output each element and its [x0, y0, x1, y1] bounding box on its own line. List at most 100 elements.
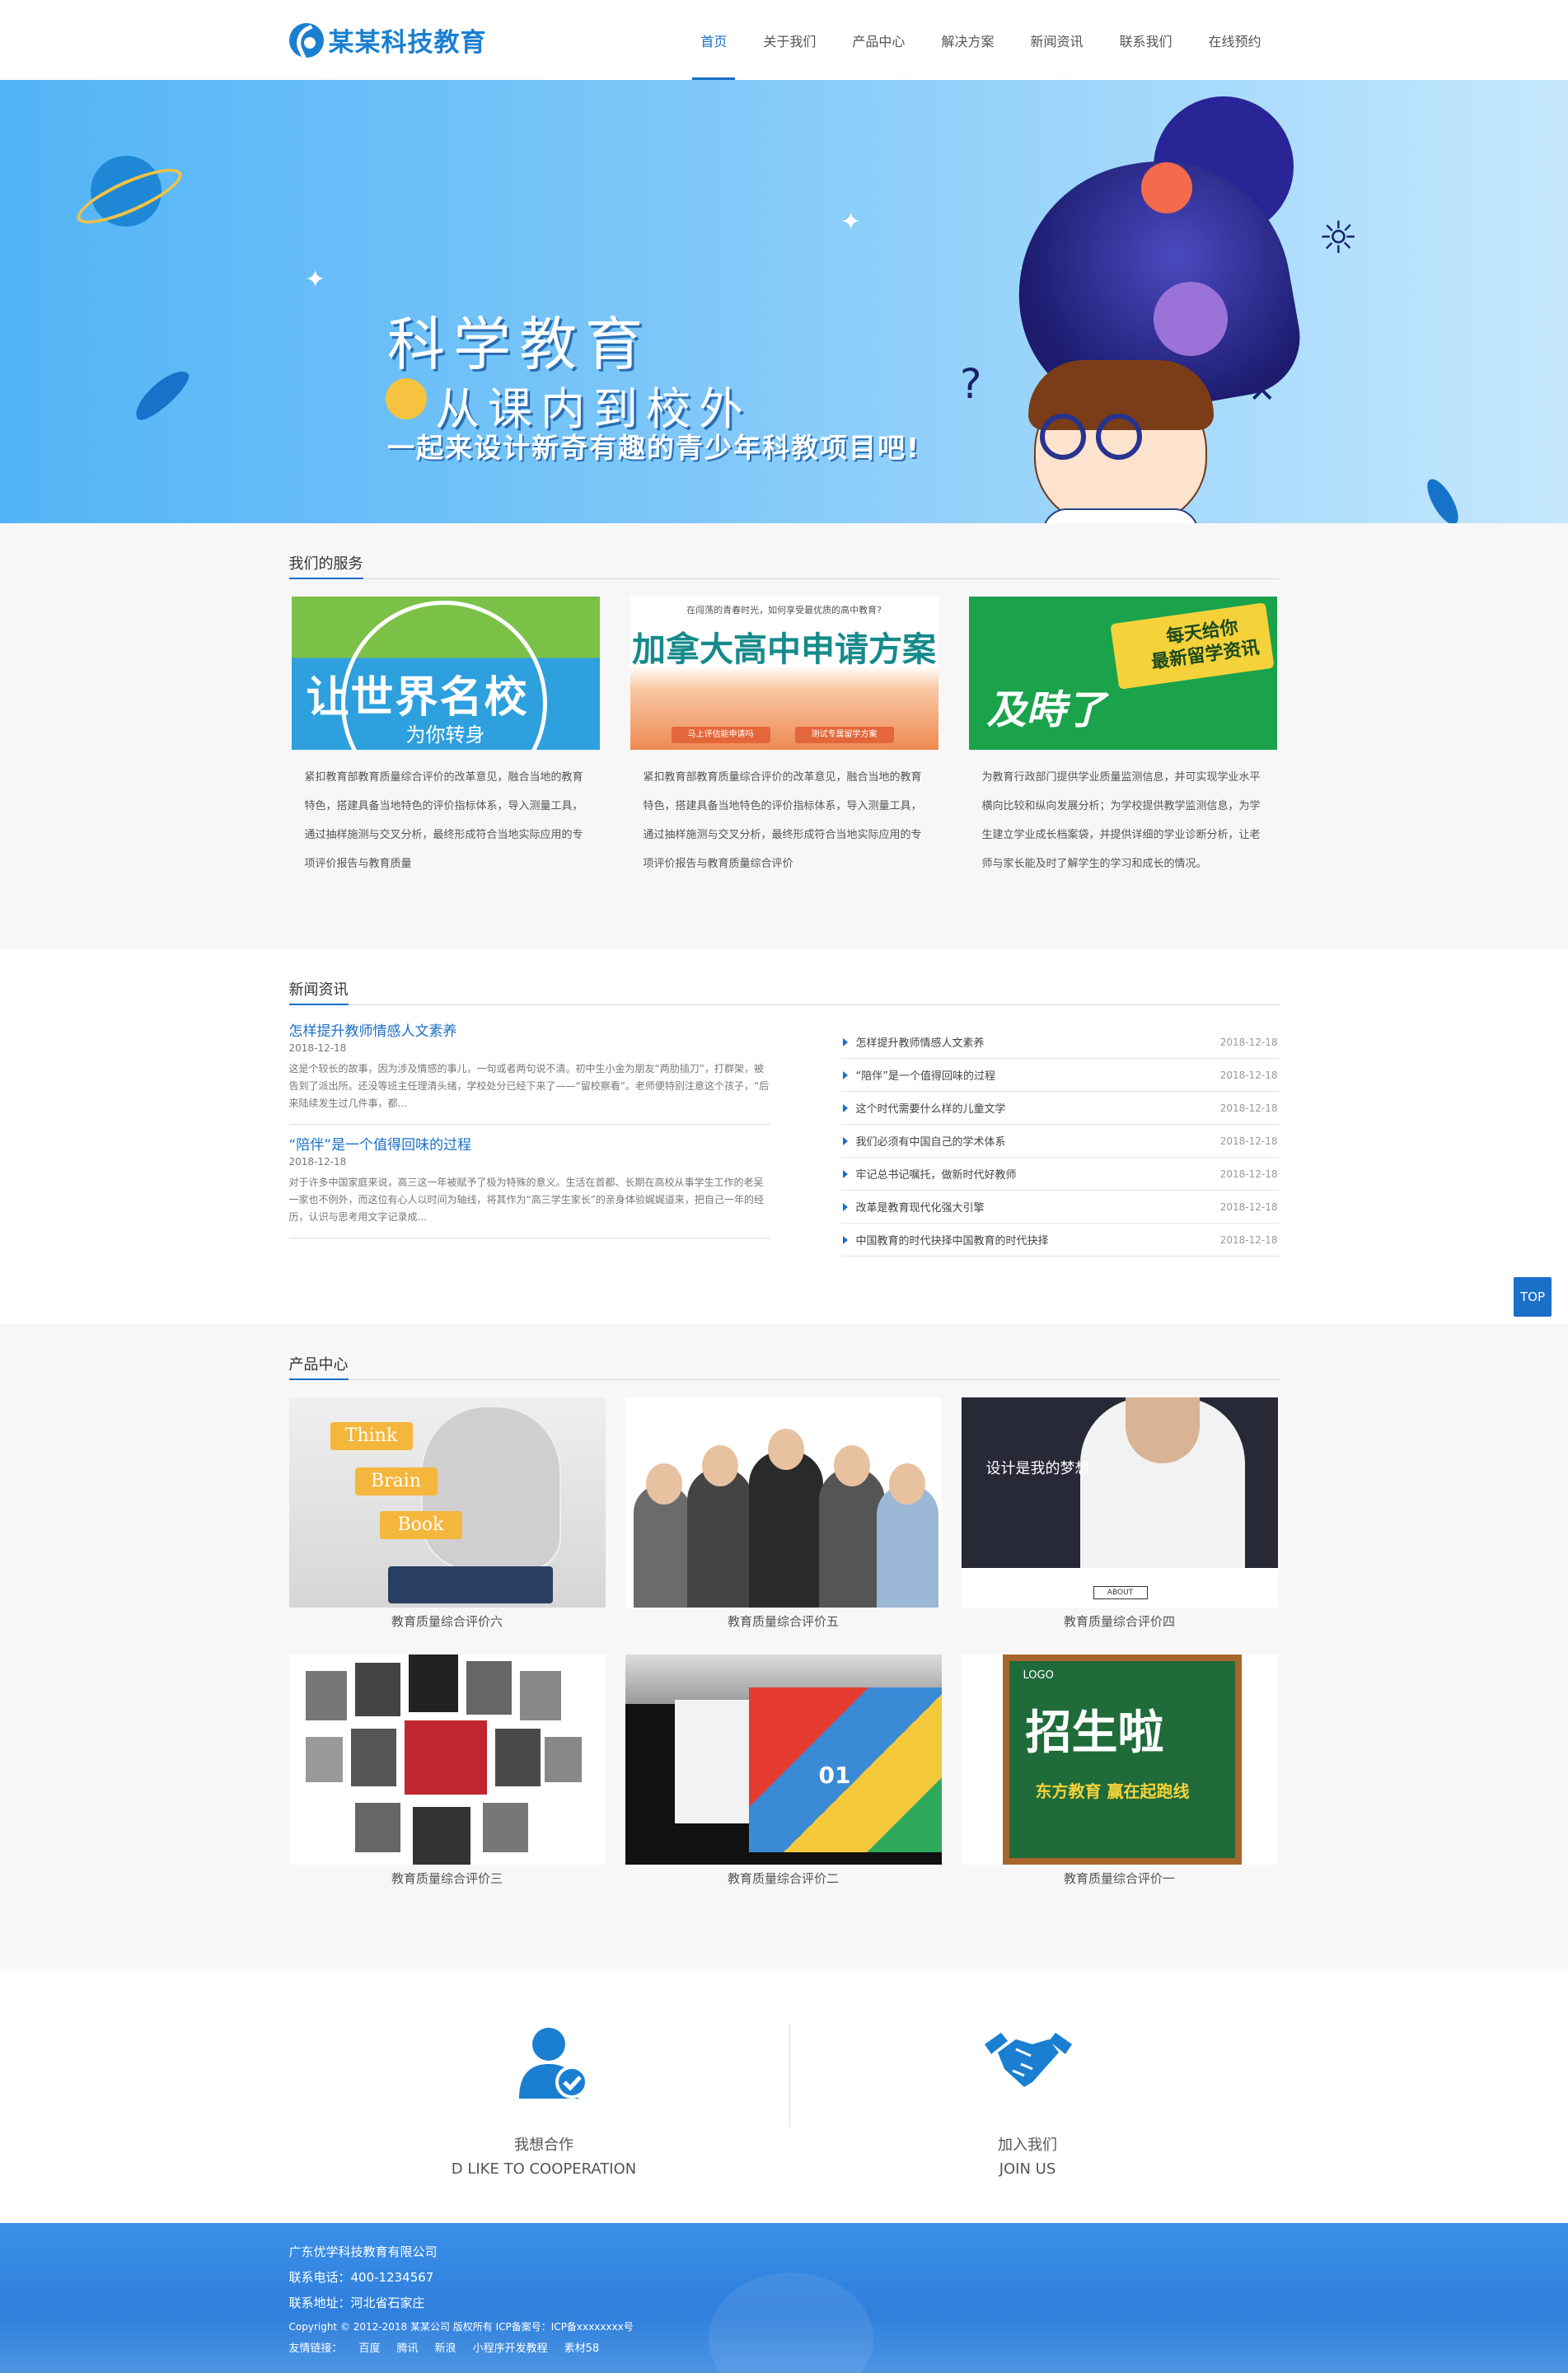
footer-link[interactable]: 新浪 — [435, 2338, 456, 2361]
planet-icon — [91, 156, 161, 227]
product-card[interactable]: 设计是我的梦想 ABOUT 教育质量综合评价四 — [961, 1397, 1278, 1636]
photo-tile — [354, 1803, 400, 1852]
news-list-item[interactable]: 改革是教育现代化强大引擎 2018-12-18 — [840, 1191, 1280, 1224]
photo-tile — [305, 1737, 343, 1782]
cooperate-label: 我想合作 — [514, 2137, 573, 2154]
products-section: 产品中心 Think Brain Book 教育质量综合评价六 教育质量综合评价… — [0, 1324, 1568, 1969]
nav-solutions[interactable]: 解决方案 — [923, 0, 1012, 80]
planet-icon — [1154, 282, 1228, 356]
footer-link[interactable]: 小程序开发教程 — [473, 2338, 548, 2361]
news-list: 怎样提升教师情感人文素养 2018-12-18 “陪伴”是一个值得回味的过程 201… — [840, 1023, 1280, 1257]
footer-link[interactable]: 百度 — [359, 2338, 381, 2361]
cooperate-link[interactable]: 我想合作 D LIKE TO COOPERATION — [379, 2023, 709, 2181]
illustration-girl-body — [1042, 508, 1199, 523]
nav-news[interactable]: 新闻资讯 — [1012, 0, 1101, 80]
nav-booking[interactable]: 在线预约 — [1190, 0, 1279, 80]
triangle-bullet-icon — [842, 1136, 848, 1145]
product-caption[interactable]: 教育质量综合评价三 — [289, 1865, 606, 1893]
product-image[interactable]: 01 — [625, 1655, 942, 1865]
photo-tile-highlight — [404, 1720, 487, 1795]
nav-contact[interactable]: 联系我们 — [1101, 0, 1190, 80]
service-image[interactable]: 每天给你 最新留学资讯 及時了 — [968, 597, 1277, 750]
news-list-item[interactable]: 怎样提升教师情感人文素养 2018-12-18 — [840, 1026, 1280, 1059]
product-image[interactable]: Think Brain Book — [288, 1397, 606, 1608]
photo-tile — [494, 1729, 541, 1786]
product-card[interactable]: 教育质量综合评价三 — [288, 1655, 606, 1893]
site-footer: 广东优学科技教育有限公司 联系电话：400-1234567 联系地址：河北省石家… — [0, 2223, 1568, 2373]
person-head — [645, 1463, 682, 1505]
news-headline-link[interactable]: “陪伴”是一个值得回味的过程 — [289, 1136, 770, 1154]
footer-link[interactable]: 腾讯 — [397, 2338, 419, 2361]
product-caption[interactable]: 教育质量综合评价六 — [289, 1608, 606, 1636]
join-us-label-en: JOIN US — [999, 2160, 1056, 2178]
logo[interactable]: 某某科技教育 — [288, 21, 503, 59]
triangle-bullet-icon — [842, 1037, 848, 1046]
footer-links: 友情链接： 百度 腾讯 新浪 小程序开发教程 素材58 — [289, 2338, 1280, 2361]
ball-icon — [386, 378, 427, 419]
nav-about[interactable]: 关于我们 — [745, 0, 834, 80]
footer-link[interactable]: 素材58 — [564, 2338, 600, 2361]
footer-links-label: 友情链接： — [288, 2343, 343, 2355]
logo-text: 某某科技教育 — [328, 28, 487, 58]
news-summary: 对于许多中国家庭来说，高三这一年被赋予了极为特殊的意义。生活在首都、长期在高校从… — [288, 1177, 764, 1223]
product-image[interactable]: 设计是我的梦想 ABOUT — [961, 1397, 1278, 1608]
services-title: 我们的服务 — [288, 550, 363, 579]
news-list-item[interactable]: 中国教育的时代抉择中国教育的时代抉择 2018-12-18 — [840, 1224, 1280, 1257]
nav-home[interactable]: 首页 — [682, 0, 745, 80]
product-image-title: 招生啦 — [1025, 1706, 1164, 1760]
product-caption[interactable]: 教育质量综合评价一 — [962, 1865, 1278, 1893]
news-list-date: 2018-12-18 — [1219, 1102, 1278, 1114]
photo-tile — [412, 1807, 470, 1865]
service-image-title: 及時了 — [986, 687, 1106, 733]
news-list-title: 改革是教育现代化强大引擎 — [855, 1202, 985, 1215]
news-list-date: 2018-12-18 — [1219, 1233, 1278, 1246]
service-card[interactable]: 让世界名校 为你转身 紧扣教育部教育质量综合评价的改革意见，融合当地的教育特色，… — [291, 597, 600, 878]
photo-tile — [544, 1737, 582, 1782]
product-image[interactable] — [625, 1397, 942, 1608]
product-caption[interactable]: 教育质量综合评价二 — [625, 1865, 942, 1893]
service-image[interactable]: 在闯荡的青春时光，如何享受最优质的高中教育? 加拿大高中申请方案 马上评估能申请… — [630, 597, 938, 750]
featured-news-item: “陪伴”是一个值得回味的过程 2018-12-18 对于许多中国家庭来说，高三这… — [288, 1136, 770, 1238]
sparkle-icon: ✦ — [305, 265, 326, 294]
service-image-button: 测试专属留学方案 — [794, 727, 894, 743]
product-image-text: 01 — [818, 1762, 851, 1789]
news-list-item[interactable]: 这个时代需要什么样的儿童文学 2018-12-18 — [840, 1092, 1280, 1125]
products-title: 产品中心 — [288, 1350, 349, 1380]
person-head — [833, 1445, 870, 1486]
news-list-item[interactable]: 牢记总书记嘱托，做新时代好教师 2018-12-18 — [840, 1158, 1280, 1191]
news-list-date: 2018-12-18 — [1219, 1135, 1278, 1147]
product-card[interactable]: 教育质量综合评价五 — [625, 1397, 942, 1636]
news-date: 2018-12-18 — [288, 1156, 347, 1168]
news-list-item[interactable]: “陪伴”是一个值得回味的过程 2018-12-18 — [840, 1059, 1280, 1092]
featured-news-item: 怎样提升教师情感人文素养 2018-12-18 这是个较长的故事，因为涉及情感的… — [288, 1023, 770, 1125]
service-card[interactable]: 每天给你 最新留学资讯 及時了 为教育行政部门提供学业质量监测信息，并可实现学业… — [968, 597, 1277, 878]
join-us-link[interactable]: 加入我们 JOIN US — [863, 2023, 1192, 2181]
photo-tile — [350, 1729, 396, 1786]
service-card[interactable]: 在闯荡的青春时光，如何享受最优质的高中教育? 加拿大高中申请方案 马上评估能申请… — [630, 597, 938, 878]
product-caption[interactable]: 教育质量综合评价五 — [625, 1608, 942, 1636]
photo-tile — [466, 1661, 512, 1715]
product-card[interactable]: LOGO 招生啦 东方教育 赢在起跑线 教育质量综合评价一 — [961, 1655, 1278, 1893]
product-card[interactable]: Think Brain Book 教育质量综合评价六 — [288, 1397, 606, 1636]
photo-tile — [305, 1671, 347, 1720]
product-caption[interactable]: 教育质量综合评价四 — [962, 1608, 1278, 1636]
back-to-top-button[interactable]: TOP — [1514, 1277, 1552, 1317]
divider — [789, 2024, 790, 2127]
product-image[interactable] — [288, 1655, 606, 1865]
hero-banner[interactable]: ✦ ✦ ✦ ? ✕ ÷ ☼ 科学教育 从课内到校外 一起来设计新奇有趣的青少年科… — [0, 80, 1568, 523]
news-list-item[interactable]: 我们必须有中国自己的学术体系 2018-12-18 — [840, 1125, 1280, 1158]
brain-puzzle-image — [420, 1406, 561, 1570]
site-header: 某某科技教育 首页 关于我们 产品中心 解决方案 新闻资讯 联系我们 在线预约 — [0, 0, 1568, 80]
service-image[interactable]: 让世界名校 为你转身 — [291, 597, 600, 750]
product-card[interactable]: 01 教育质量综合评价二 — [625, 1655, 942, 1893]
product-image-label: Book — [379, 1511, 462, 1539]
cooperation-section: 我想合作 D LIKE TO COOPERATION 加入我们 JOIN US — [0, 1969, 1568, 2223]
service-text: 为教育行政部门提供学业质量监测信息，并可实现学业水平横向比较和纵向发展分析；为学… — [981, 771, 1261, 870]
section-title: 产品中心 — [288, 1350, 1280, 1380]
nav-products[interactable]: 产品中心 — [834, 0, 923, 80]
person-image — [818, 1467, 885, 1608]
news-headline-link[interactable]: 怎样提升教师情感人文素养 — [289, 1023, 770, 1041]
product-image[interactable]: LOGO 招生啦 东方教育 赢在起跑线 — [961, 1655, 1278, 1865]
triangle-bullet-icon — [842, 1202, 848, 1211]
planet-icon — [1141, 162, 1192, 213]
